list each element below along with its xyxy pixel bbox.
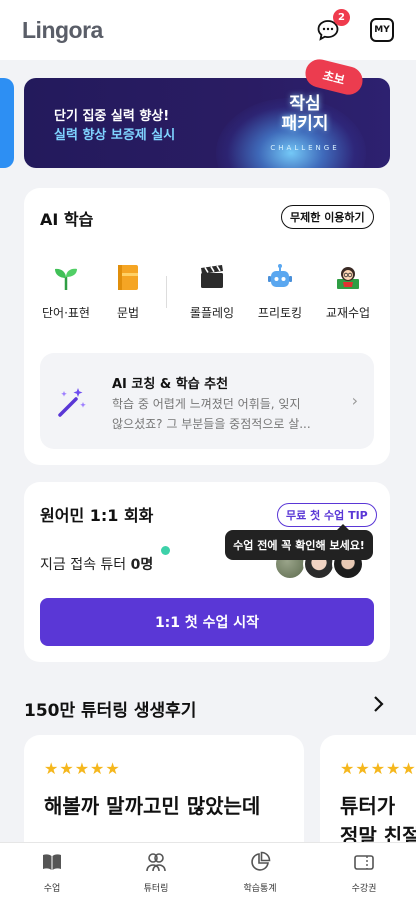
star-rating: ★★★★★ bbox=[340, 759, 416, 778]
online-tutors-label: 지금 접속 튜터 bbox=[40, 557, 131, 573]
header-actions: 2 MY bbox=[316, 9, 394, 42]
notebook-icon bbox=[118, 265, 138, 290]
star-rating: ★★★★★ bbox=[44, 759, 121, 778]
chat-button[interactable]: 2 bbox=[316, 9, 350, 42]
menu-roleplay[interactable]: 롤플레잉 bbox=[182, 262, 242, 321]
nav-statistics[interactable]: 학습통계 bbox=[208, 843, 312, 900]
book-icon bbox=[43, 854, 61, 870]
nav-label: 튜터링 bbox=[143, 884, 169, 894]
chevron-right-icon: › bbox=[351, 391, 358, 410]
nav-label: 수강권 bbox=[351, 884, 377, 894]
magic-wand-icon bbox=[58, 388, 86, 417]
robot-icon bbox=[268, 264, 292, 287]
unlimited-use-button[interactable]: 무제한 이용하기 bbox=[281, 205, 374, 229]
bottom-nav: 수업 튜터링 학습통계 수강권 bbox=[0, 842, 416, 900]
ai-learning-title: AI 학습 bbox=[40, 210, 94, 229]
app-logo[interactable]: Lingora bbox=[22, 17, 103, 44]
tutor-card: 원어민 1:1 회화 무료 첫 수업 TIP 수업 전에 꼭 확인해 보세요! … bbox=[24, 482, 390, 662]
coaching-desc-line2: 않으셨죠? 그 부분들을 중점적으로 살... bbox=[112, 417, 311, 431]
menu-textbook-class[interactable]: 교재수업 bbox=[318, 262, 378, 321]
banner-subtitle: CHALLENGE bbox=[270, 144, 340, 152]
ai-learning-card: AI 학습 무제한 이용하기 단어·표현 문법 롤플레잉 프리토킹 교재수업 A… bbox=[24, 188, 390, 465]
banner-headline: 단기 집중 실력 향상! bbox=[54, 109, 170, 124]
teacher-icon bbox=[337, 267, 359, 289]
chevron-right-icon bbox=[374, 696, 384, 712]
people-icon bbox=[146, 853, 166, 872]
ticket-icon bbox=[354, 855, 374, 870]
review-text: 해볼까 말까고민 많았는데 bbox=[44, 794, 261, 818]
notification-badge: 2 bbox=[333, 9, 350, 26]
coaching-desc-line1: 학습 중 어렵게 느껴졌던 어휘들, 잊지 bbox=[112, 397, 301, 411]
nav-label: 수업 bbox=[43, 884, 61, 894]
ai-coaching-card[interactable]: AI 코칭 & 학습 추천 학습 중 어렵게 느껴졌던 어휘들, 잊지 않으셨죠… bbox=[40, 353, 374, 449]
banner-subheadline: 실력 향상 보증제 실시 bbox=[54, 128, 176, 143]
menu-label: 롤플레잉 bbox=[189, 306, 235, 320]
menu-label: 교재수업 bbox=[325, 306, 371, 320]
reviews-title: 150만 튜터링 생생후기 bbox=[24, 701, 197, 721]
banner-title-line1: 작심 bbox=[289, 94, 321, 114]
menu-vocabulary[interactable]: 단어·표현 bbox=[36, 262, 96, 321]
banner-title-line2: 패키지 bbox=[281, 114, 329, 134]
tip-tooltip: 수업 전에 꼭 확인해 보세요! bbox=[225, 524, 373, 560]
online-status-dot bbox=[161, 546, 170, 555]
my-page-button[interactable]: MY bbox=[370, 18, 394, 42]
coaching-title: AI 코칭 & 학습 추천 bbox=[112, 377, 229, 392]
free-class-tip-button[interactable]: 무료 첫 수업 TIP bbox=[277, 503, 377, 527]
sprout-icon bbox=[55, 268, 77, 290]
menu-label: 문법 bbox=[116, 306, 140, 320]
menu-label: 단어·표현 bbox=[42, 306, 90, 320]
app-header: Lingora 2 MY bbox=[0, 0, 416, 60]
tutor-card-title: 원어민 1:1 회화 bbox=[40, 506, 154, 525]
reviews-more-button[interactable] bbox=[372, 694, 386, 719]
banner-title: 작심 패키지 bbox=[270, 94, 340, 134]
coaching-description: 학습 중 어렵게 느껴졌던 어휘들, 잊지 않으셨죠? 그 부분들을 중점적으로… bbox=[112, 394, 352, 434]
pie-chart-icon bbox=[251, 851, 271, 871]
online-tutors-text: 지금 접속 튜터 0명 bbox=[40, 554, 153, 574]
menu-grammar[interactable]: 문법 bbox=[98, 262, 158, 321]
nav-class[interactable]: 수업 bbox=[0, 843, 104, 900]
menu-divider bbox=[166, 276, 167, 308]
nav-label: 학습통계 bbox=[243, 884, 277, 894]
nav-tutoring[interactable]: 튜터링 bbox=[104, 843, 208, 900]
menu-free-talking[interactable]: 프리토킹 bbox=[250, 262, 310, 321]
nav-ticket[interactable]: 수강권 bbox=[312, 843, 416, 900]
online-tutors-count: 0명 bbox=[130, 557, 154, 573]
menu-label: 프리토킹 bbox=[257, 306, 303, 320]
ai-menu-row: 단어·표현 문법 롤플레잉 프리토킹 교재수업 bbox=[24, 262, 390, 322]
clapperboard-icon bbox=[201, 265, 223, 288]
start-first-class-button[interactable]: 1:1 첫 수업 시작 bbox=[40, 598, 374, 646]
review-text-line1: 튜터가 bbox=[340, 794, 396, 818]
banner-prev-peek[interactable] bbox=[0, 78, 14, 168]
